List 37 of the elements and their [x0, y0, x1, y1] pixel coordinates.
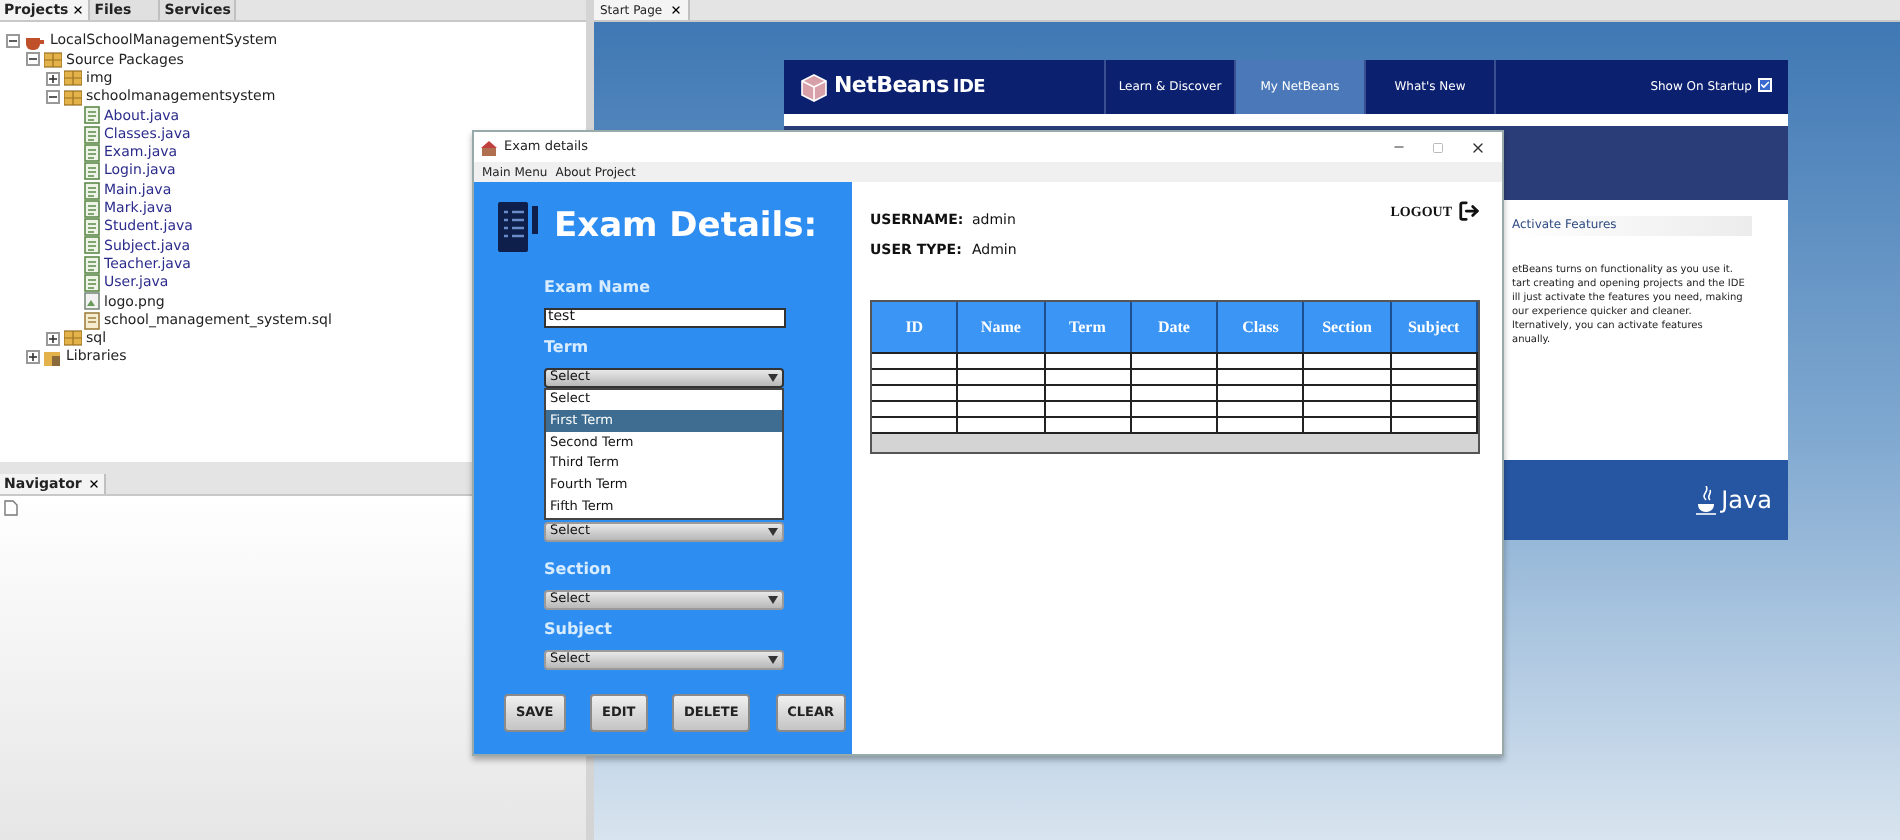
- logo-text: NetBeans IDE: [834, 70, 986, 103]
- collapse-toggle[interactable]: [46, 90, 60, 105]
- close-icon[interactable]: [670, 4, 683, 16]
- close-icon[interactable]: [72, 4, 85, 16]
- document-icon: [4, 500, 18, 516]
- caret-icon: [768, 656, 778, 665]
- field-label: Section: [544, 558, 614, 583]
- form-heading: Exam Details:: [554, 204, 817, 250]
- field-label: Exam Name: [544, 275, 652, 299]
- minimize-icon[interactable]: [1392, 140, 1406, 154]
- package-icon: [64, 330, 82, 347]
- sql-file-icon: [84, 311, 100, 330]
- caret-icon: [768, 373, 778, 381]
- field-label: Term: [544, 335, 591, 359]
- close-icon[interactable]: [1470, 139, 1486, 155]
- logout-icon[interactable]: [1458, 200, 1480, 222]
- expand-toggle[interactable]: [46, 331, 60, 346]
- field-label: Subject: [544, 618, 614, 643]
- caret-icon: [768, 596, 778, 605]
- collapse-toggle[interactable]: [6, 34, 20, 49]
- notebook-icon: [498, 202, 538, 253]
- package-icon: [44, 51, 62, 68]
- coffee-cup-icon: [1695, 485, 1718, 515]
- package-icon: [64, 89, 82, 106]
- package-icon: [64, 70, 82, 87]
- expand-toggle[interactable]: [26, 350, 40, 365]
- coffee-cup-icon: [24, 33, 46, 50]
- school-building-icon: [480, 139, 498, 155]
- close-icon[interactable]: [87, 478, 100, 490]
- java-logo-text: Java: [1721, 484, 1772, 518]
- image-file-icon: [84, 292, 100, 311]
- expand-toggle[interactable]: [46, 71, 60, 86]
- library-icon: [44, 349, 62, 366]
- cube-logo-icon: [800, 73, 828, 101]
- show-on-startup-checkbox[interactable]: [1758, 78, 1772, 92]
- caret-icon: [768, 528, 778, 537]
- collapse-toggle[interactable]: [26, 52, 40, 67]
